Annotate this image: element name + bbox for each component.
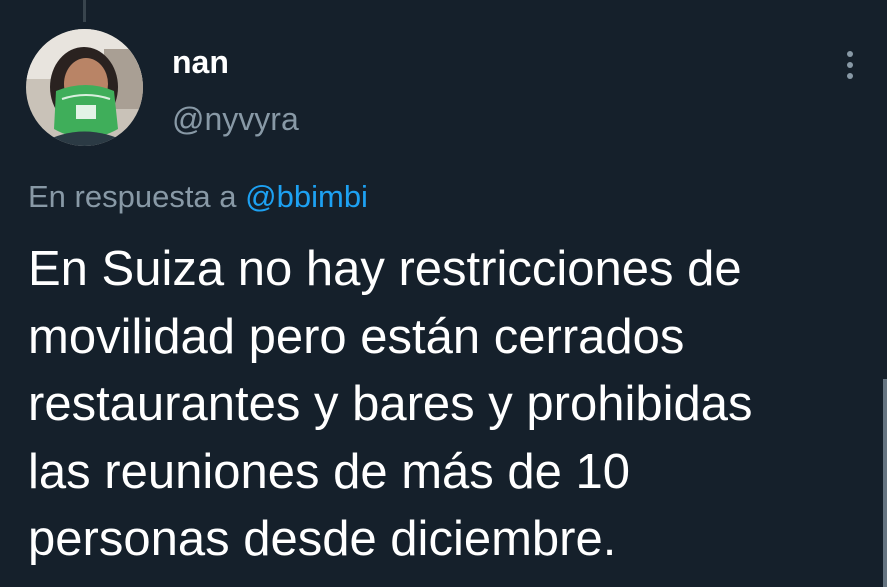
scrollbar[interactable] (883, 379, 887, 587)
profile-photo-icon (26, 29, 143, 146)
tweet-text: En Suiza no hay restricciones de movilid… (28, 236, 878, 574)
tweet-text-line: En Suiza no hay restricciones de (28, 242, 742, 296)
reply-mention-link[interactable]: @bbimbi (245, 179, 368, 214)
display-name[interactable]: nan (172, 42, 229, 82)
tweet-text-line: restaurantes y bares y prohibidas (28, 377, 753, 431)
thread-connector-line (83, 0, 86, 22)
reply-context: En respuesta a @bbimbi (28, 176, 368, 218)
avatar[interactable] (26, 29, 143, 146)
tweet-text-line: personas desde diciembre. (28, 512, 617, 566)
tweet-view: nan @nyvyra En respuesta a @bbimbi En Su… (0, 0, 887, 587)
reply-prefix-text: En respuesta a (28, 179, 237, 214)
more-vertical-icon[interactable] (836, 48, 864, 82)
tweet-text-line: movilidad pero están cerrados (28, 309, 685, 364)
user-handle[interactable]: @nyvyra (172, 99, 299, 139)
tweet-text-line: las reuniones de más de 10 (28, 444, 630, 499)
